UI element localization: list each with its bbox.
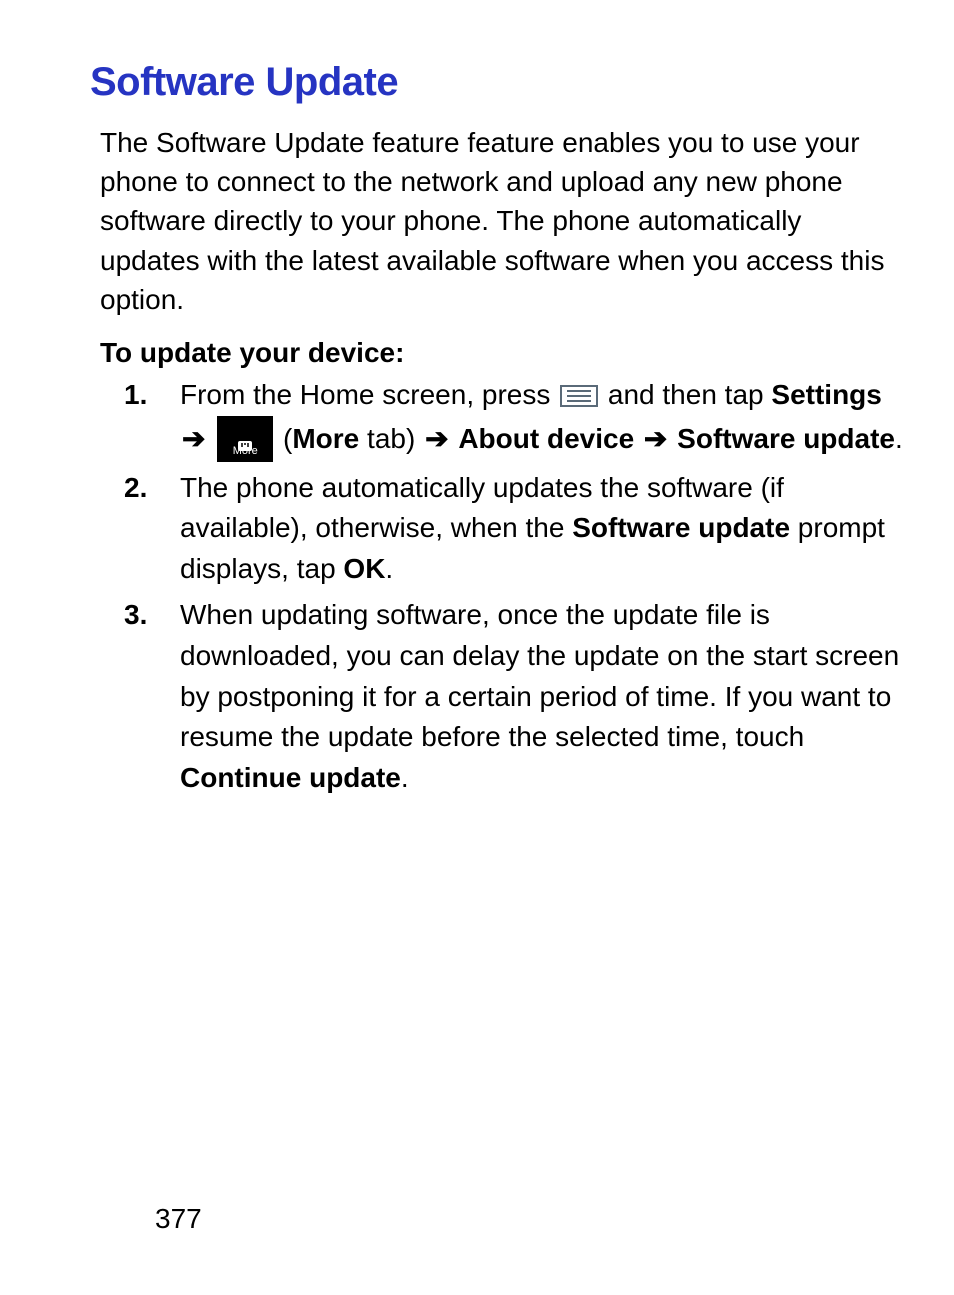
more-tab-icon: More <box>217 416 273 462</box>
step1-text-1: From the Home screen, press <box>180 379 558 410</box>
software-update-prompt-label: Software update <box>572 512 790 543</box>
settings-label: Settings <box>771 379 881 410</box>
step3-end: . <box>401 762 409 793</box>
step3-text-1: When updating software, once the update … <box>180 599 899 752</box>
ok-label: OK <box>343 553 385 584</box>
arrow-icon: ➔ <box>182 419 205 460</box>
more-icon-label: More <box>217 444 273 460</box>
menu-icon <box>560 385 598 407</box>
intro-paragraph: The Software Update feature feature enab… <box>100 123 904 319</box>
instruction-subheading: To update your device: <box>100 337 904 369</box>
about-device-label: About device <box>458 423 634 454</box>
arrow-icon: ➔ <box>425 419 448 460</box>
page-title: Software Update <box>90 60 904 105</box>
step1-text-2: and then tap <box>600 379 771 410</box>
step2-end: . <box>385 553 393 584</box>
page-number: 377 <box>155 1203 202 1235</box>
manual-page: Software Update The Software Update feat… <box>0 0 954 1295</box>
arrow-icon: ➔ <box>644 419 667 460</box>
instruction-list: From the Home screen, press and then tap… <box>100 375 904 798</box>
step-3: When updating software, once the update … <box>100 595 904 798</box>
software-update-label: Software update <box>677 423 895 454</box>
continue-update-label: Continue update <box>180 762 401 793</box>
step-1: From the Home screen, press and then tap… <box>100 375 904 462</box>
more-bold: More <box>292 423 359 454</box>
step1-end: . <box>895 423 903 454</box>
step1-text-3: ( <box>275 423 292 454</box>
step-2: The phone automatically updates the soft… <box>100 468 904 590</box>
step1-text-4: tab) <box>359 423 423 454</box>
